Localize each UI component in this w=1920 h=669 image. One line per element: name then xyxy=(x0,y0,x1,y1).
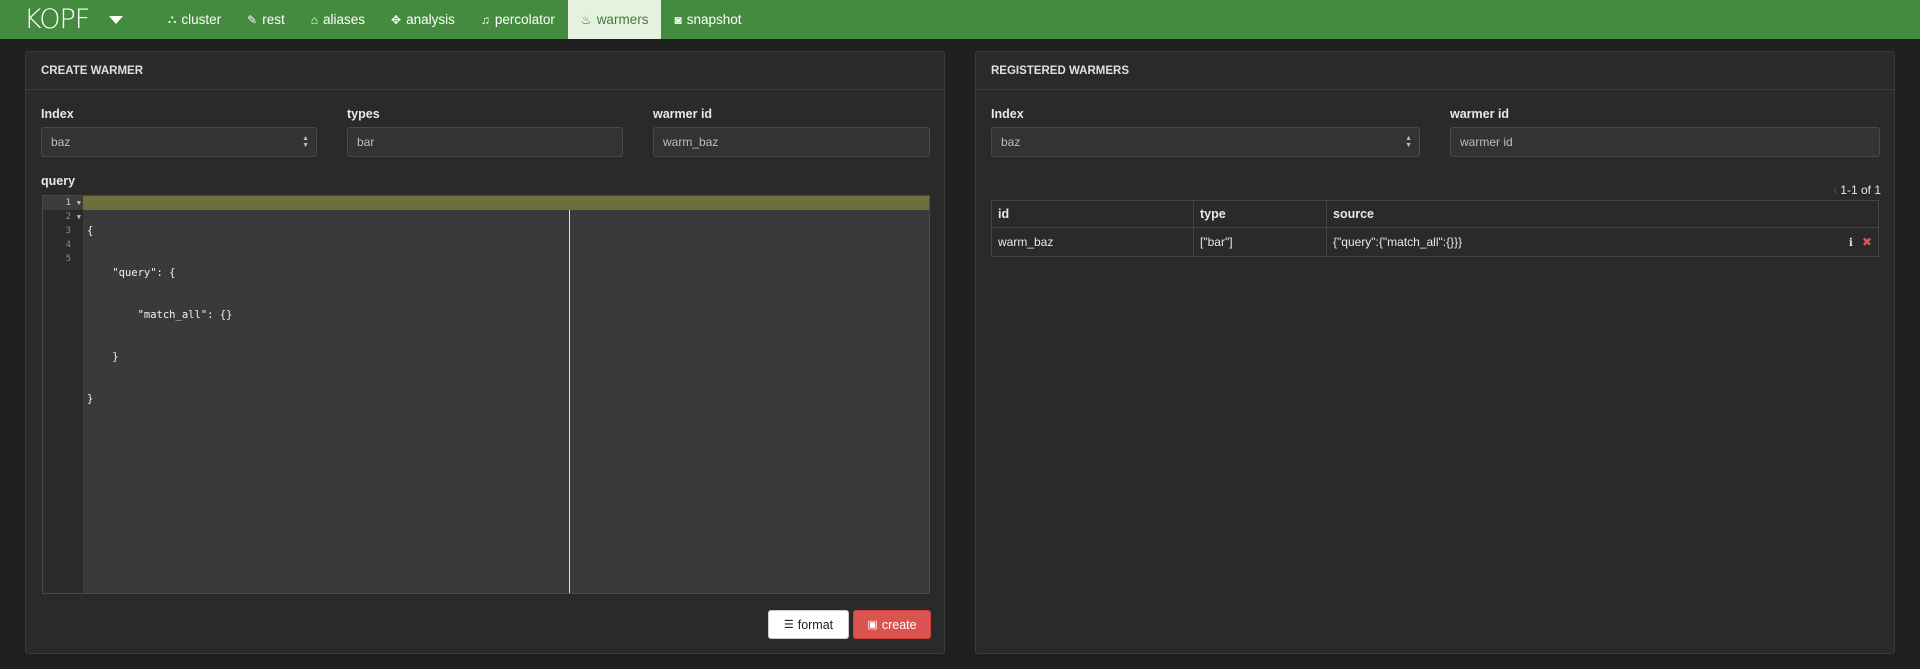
query-editor[interactable]: 1 ▼ 2 ▼ 3 4 5 { "query": { "match_all": {}… xyxy=(42,195,930,594)
brand-dropdown-caret-icon[interactable] xyxy=(109,15,124,24)
format-button-label: format xyxy=(797,617,834,632)
select-arrows-icon: ▲ ▼ xyxy=(1405,135,1412,149)
delete-icon[interactable]: ✖ xyxy=(1862,235,1872,249)
nav-item-warmers[interactable]: ♨ warmers xyxy=(567,0,662,39)
index-label: Index xyxy=(41,107,74,121)
nav-item-label: warmers xyxy=(596,12,649,27)
cell-id: warm_baz xyxy=(991,227,1194,257)
pagination-text: 1-1 of 1 xyxy=(1840,183,1881,197)
puzzle-icon: ✥ xyxy=(391,12,402,27)
warmer-id-placeholder: warmer id xyxy=(1460,135,1513,149)
types-input[interactable]: bar xyxy=(347,127,623,157)
nav-item-label: snapshot xyxy=(686,12,742,27)
column-header-type: type xyxy=(1193,200,1327,228)
panel-title: REGISTERED WARMERS xyxy=(976,52,1894,90)
nav-item-aliases[interactable]: ⌂ aliases xyxy=(298,0,378,39)
row-actions: ℹ ✖ xyxy=(1849,235,1872,249)
column-header-source: source xyxy=(1326,200,1879,228)
warmer-id-input-value: warm_baz xyxy=(663,135,719,149)
line-number: 1 ▼ xyxy=(43,196,83,210)
editor-gutter: 1 ▼ 2 ▼ 3 4 5 xyxy=(43,196,83,593)
fire-icon: ♨ xyxy=(580,12,592,27)
cell-type: ["bar"] xyxy=(1193,227,1327,257)
bell-icon: ♫ xyxy=(480,12,490,27)
warmer-id-input[interactable]: warm_baz xyxy=(653,127,930,157)
table-row: warm_baz ["bar"] {"query":{"match_all":{… xyxy=(991,227,1879,257)
save-icon: ▣ xyxy=(867,619,878,631)
nav-item-label: analysis xyxy=(406,12,455,27)
line-number: 2 ▼ xyxy=(65,210,81,224)
index-select-value: baz xyxy=(51,135,71,149)
line-number: 4 xyxy=(65,240,71,250)
brand-logo[interactable]: KOPF xyxy=(24,4,90,35)
nav-item-label: rest xyxy=(262,12,285,27)
types-input-value: bar xyxy=(357,135,375,149)
nav-item-label: cluster xyxy=(181,12,222,27)
top-navbar: KOPF ⛬ cluster ✎ rest ⌂ aliases ✥ analys… xyxy=(0,0,1920,39)
code-line: "query": { xyxy=(87,267,176,279)
edit-icon: ✎ xyxy=(247,12,258,27)
code-line: { xyxy=(87,225,94,237)
nav-item-percolator[interactable]: ♫ percolator xyxy=(468,0,568,39)
nav-item-analysis[interactable]: ✥ analysis xyxy=(378,0,468,39)
code-line: "match_all": {} xyxy=(87,309,233,321)
pagination: ‹ 1-1 of 1 xyxy=(1833,183,1881,197)
format-button[interactable]: ☰ format xyxy=(768,610,849,639)
warmers-table: id type source warm_baz ["bar"] {"query"… xyxy=(991,200,1879,257)
brand: KOPF xyxy=(0,0,155,39)
cell-source: {"query":{"match_all":{}}} ℹ ✖ xyxy=(1326,227,1879,257)
nav-item-cluster[interactable]: ⛬ cluster xyxy=(155,0,234,39)
index-label: Index xyxy=(991,107,1024,121)
nav-item-label: percolator xyxy=(494,12,555,27)
sitemap-icon: ⛬ xyxy=(168,12,177,26)
fold-arrow-icon[interactable]: ▼ xyxy=(77,210,81,224)
query-label: query xyxy=(41,174,76,188)
nav-item-label: aliases xyxy=(323,12,366,27)
line-number: 3 xyxy=(65,226,71,236)
create-button-label: create xyxy=(881,617,917,632)
types-label: types xyxy=(347,107,380,121)
index-select-value: baz xyxy=(1001,135,1021,149)
nav-item-snapshot[interactable]: ◙ snapshot xyxy=(661,0,754,39)
fold-arrow-icon[interactable]: ▼ xyxy=(77,196,81,210)
align-left-icon: ☰ xyxy=(783,619,794,631)
previous-page-icon[interactable]: ‹ xyxy=(1833,183,1837,197)
create-warmer-panel: CREATE WARMER Index baz ▲ ▼ types bar war… xyxy=(25,51,945,654)
warmer-id-label: warmer id xyxy=(653,107,713,121)
create-button[interactable]: ▣ create xyxy=(853,610,931,639)
cell-source-text: {"query":{"match_all":{}}} xyxy=(1333,235,1463,249)
registered-warmers-panel: REGISTERED WARMERS Index baz ▲ ▼ warmer i… xyxy=(975,51,1895,654)
info-icon[interactable]: ℹ xyxy=(1849,237,1853,249)
warmer-id-filter-input[interactable]: warmer id xyxy=(1450,127,1880,157)
index-select[interactable]: baz ▲ ▼ xyxy=(991,127,1420,157)
warmer-id-label: warmer id xyxy=(1450,107,1510,121)
code-line: } xyxy=(87,351,119,363)
nav-item-rest[interactable]: ✎ rest xyxy=(234,0,298,39)
table-header-row: id type source xyxy=(991,200,1879,228)
camera-icon: ◙ xyxy=(674,12,682,27)
index-select[interactable]: baz ▲ ▼ xyxy=(41,127,317,157)
line-number: 5 xyxy=(65,254,71,264)
print-margin xyxy=(569,210,570,593)
panel-title: CREATE WARMER xyxy=(26,52,944,90)
column-header-id: id xyxy=(991,200,1194,228)
editor-code[interactable]: { "query": { "match_all": {} } } xyxy=(87,196,232,434)
tags-icon: ⌂ xyxy=(310,12,318,27)
code-line: } xyxy=(87,393,94,405)
select-arrows-icon: ▲ ▼ xyxy=(302,135,309,149)
